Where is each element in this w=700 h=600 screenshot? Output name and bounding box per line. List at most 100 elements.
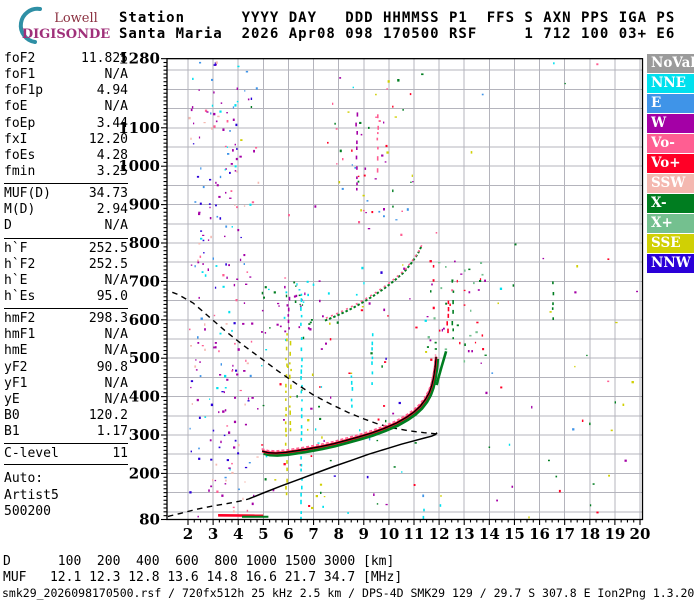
legend-item-ssw: SSW [647,174,694,193]
legend-item-nne: NNE [647,74,694,93]
x-tick-label: 14 [479,525,500,543]
x-tick-label: 13 [454,525,475,543]
d-muf-table: D 100 200 400 600 800 1000 1500 3000 [km… [3,554,402,585]
param-label: h`F [4,240,28,256]
param-value: 95.0 [96,288,128,304]
param-row: fmin 3.25 [4,164,128,180]
param-value: 120.2 [88,407,128,423]
grid [167,58,643,520]
x-tick-label: 4 [233,525,243,543]
param-label: hmF1 [4,327,36,343]
artist-profile-curves [167,289,438,518]
echo-status-legend: NoVal NNE E W Vo- Vo+ SSW X- X+ SSE NNW [647,54,695,274]
second-hop-trace-o [325,243,424,319]
param-label: B0 [4,407,20,423]
header-columns-line: Station YYYY DAY DDD HHMMSS P1 FFS S AXN… [119,10,676,26]
param-value: 4.28 [96,147,128,163]
param-value: N/A [104,391,128,407]
param-label: foF2 [4,51,36,66]
param-row: foF1 N/A [4,67,128,83]
legend-item-nnw: NNW [647,254,694,273]
param-row: foEs 4.28 [4,148,128,164]
param-row: hmF2 298.3 [4,311,128,327]
param-value: N/A [104,272,128,288]
autoscaling-line: 500200 [4,503,51,519]
autoscaling-line: Artist5 [4,487,59,503]
parameter-group: MUF(D) 34.73 M(D) 2.94 D N/A [4,183,128,234]
parameter-group: foF2 11.825 foF1 N/A foF1p 4.94 foE N/A foEp 3.44… [4,51,128,180]
x-tick-label: 11 [404,525,425,543]
param-row: h`F 252.5 [4,241,128,257]
echo-noise-layer [188,61,638,520]
logo-arc-icon: Lowell DIGISONDE [18,6,110,44]
param-row: fxI 12.20 [4,132,128,148]
x-tick-label: 18 [579,525,600,543]
param-value: 34.73 [88,186,128,202]
muf-row: MUF 12.1 12.3 12.8 13.6 14.8 16.6 21.7 3… [3,569,403,585]
x-tick-label: 5 [258,525,268,543]
header-values-line: Santa Maria 2026 Apr08 098 170500 RSF 1 … [119,25,676,42]
x-tick-label: 9 [359,525,369,543]
param-label: foF1 [4,67,36,83]
axis-ticks [161,58,641,525]
param-value: 12.20 [88,131,128,147]
parameter-group: h`F 252.5 h`F2 252.5 h`E N/A h`Es 95.0 [4,237,128,306]
legend-item-voplus: Vo+ [647,154,694,173]
x-tick-label: 3 [208,525,218,543]
x-tick-label: 17 [554,525,575,543]
y-tick-label: 800 [129,234,160,252]
param-value: 298.3 [88,311,128,327]
y-tick-label: 200 [129,464,160,482]
param-row: hmE N/A [4,343,128,359]
param-label: fxI [4,131,28,147]
scaled-parameters-panel: foF2 11.825 foF1 N/A foF1p 4.94 foE N/A foEp 3.44… [4,51,128,520]
param-row: h`F2 252.5 [4,257,128,273]
param-label: h`Es [4,288,36,304]
parameter-group: hmF2 298.3 hmF1 N/A hmE N/A yF2 90.8 yF1 N/A yE N/A… [4,308,128,440]
param-label: M(D) [4,202,36,218]
param-row: h`E N/A [4,273,128,289]
echo-traces [218,243,448,518]
param-label: fmin [4,163,36,179]
x-tick-label: 19 [604,525,625,543]
param-row: foF2 11.825 [4,51,128,67]
y-tick-label: 80 [139,511,160,529]
f2-trace-o-edge [261,354,437,452]
param-value: N/A [104,218,128,234]
param-value: N/A [104,99,128,115]
param-row: C-level 11 [4,446,128,462]
param-row: M(D) 2.94 [4,202,128,218]
param-value: 3.25 [96,163,128,179]
parameter-group: C-level 11 [4,443,128,466]
y-tick-label: 900 [129,196,160,214]
profile-valley-dashed [167,498,249,518]
x-tick-label: 7 [308,525,318,543]
legend-item-xplus: X+ [647,214,694,233]
y-tick-label: 300 [129,426,160,444]
param-row: yF1 N/A [4,376,128,392]
param-value: N/A [104,327,128,343]
lowell-digisonde-logo: Lowell DIGISONDE [4,5,120,47]
param-value: 11 [112,446,128,462]
param-label: h`F2 [4,256,36,272]
legend-item-noval: NoVal [647,54,695,73]
profile-topside-dashed [167,289,437,435]
legend-item-vominus: Vo- [647,134,694,153]
y-tick-label: 400 [129,388,160,406]
param-row: B1 1.17 [4,424,128,440]
param-value: 11.825 [81,51,128,66]
y-tick-label: 600 [129,311,160,329]
param-row: foEp 3.44 [4,116,128,132]
param-label: yF2 [4,359,28,375]
param-row: B0 120.2 [4,408,128,424]
y-tick-label: 700 [129,272,160,290]
param-value: N/A [104,343,128,359]
logo-lowell-text: Lowell [54,11,98,26]
param-value: 4.94 [96,83,128,99]
ionogram-viewer: { "logo": { "line1": "Lowell", "line2": … [0,0,700,600]
param-row: D N/A [4,218,128,234]
param-value: N/A [104,375,128,391]
param-value: 3.44 [96,115,128,131]
param-row: MUF(D) 34.73 [4,186,128,202]
axis-labels: 2 3 4 5 6 7 8 9 10 11 12 13 14 15 16 17 18 19 201280110010… [118,50,650,543]
